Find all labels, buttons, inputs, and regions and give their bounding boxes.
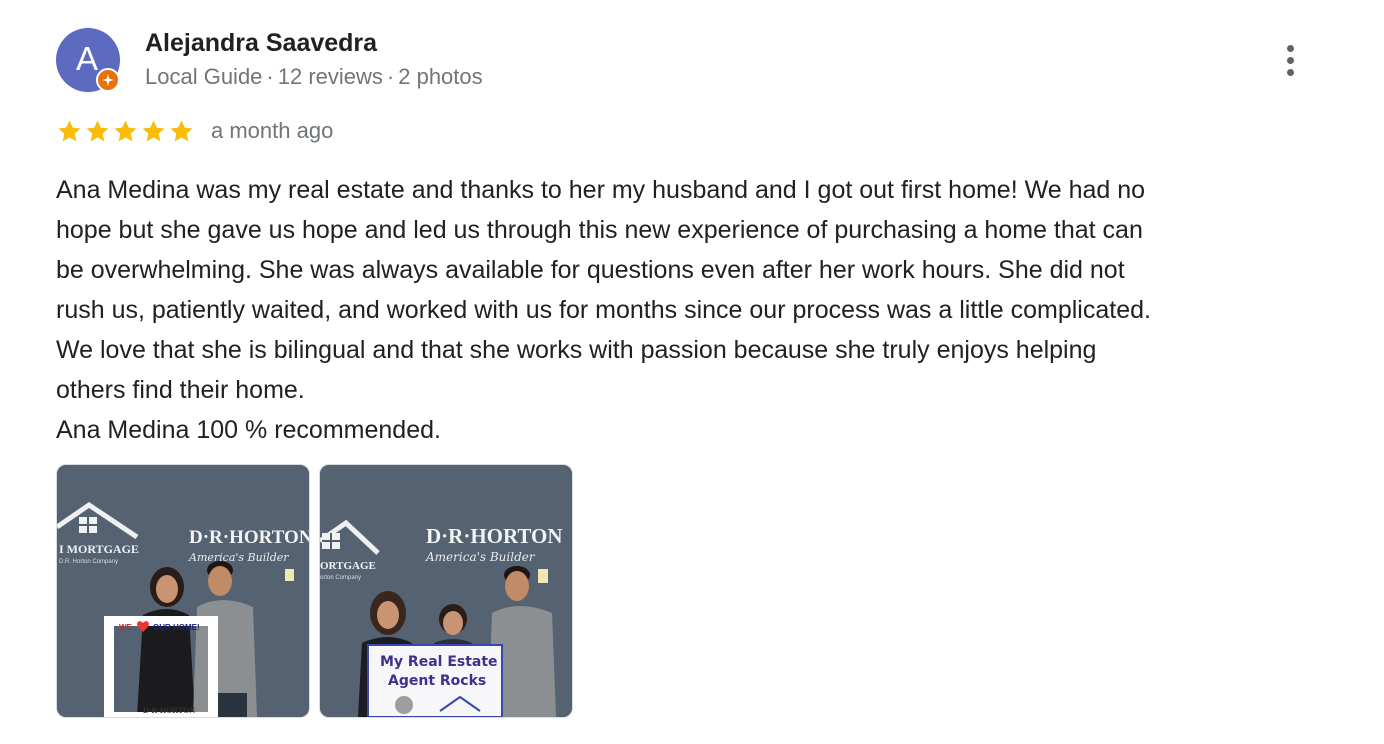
avatar-letter: A <box>75 40 98 77</box>
review-card: A Alejandra Saavedra Local Guide · 12 revi… <box>0 0 1384 744</box>
review-photo[interactable]: ORTGAGE orton Company D·R·HORTON America… <box>319 464 573 718</box>
reviews-count: 12 reviews <box>277 64 383 89</box>
brand-tagline: America's Builder <box>188 551 289 564</box>
sign-line-1: My Real Estate <box>380 654 498 670</box>
review-line: hope but she gave us hope and led us thr… <box>56 216 1143 244</box>
review-line: We love that she is bilingual and that s… <box>56 336 1097 364</box>
review-line: be overwhelming. She was always availabl… <box>56 256 1125 284</box>
brand-tagline: America's Builder <box>425 550 536 564</box>
mortgage-logo-text: ORTGAGE <box>320 560 376 572</box>
star-icon <box>58 119 81 141</box>
review-text: Ana Medina was my real estate and thanks… <box>56 170 1326 450</box>
mortgage-logo-sub: orton Company <box>320 575 361 581</box>
meta-separator: · <box>386 64 395 89</box>
review-line: others find their home. <box>56 376 305 404</box>
review-photos: I MORTGAGE D.R. Horton Company D·R·HORTO… <box>56 464 573 718</box>
star-icon <box>142 119 165 141</box>
frame-footer: D·R·HORTON <box>143 706 195 715</box>
sign-line-2: Agent Rocks <box>388 673 486 689</box>
star-icon <box>170 119 193 141</box>
mortgage-logo-sub: D.R. Horton Company <box>59 559 118 565</box>
review-date: a month ago <box>211 118 334 143</box>
photos-count: 2 photos <box>398 64 483 89</box>
reviewer-meta: Local Guide · 12 reviews · 2 photos <box>145 64 483 90</box>
review-line: Ana Medina 100 % recommended. <box>56 416 441 444</box>
frame-text-we: WE <box>119 623 133 632</box>
brand-logo-text: D·R·HORTON <box>426 524 563 548</box>
rating-row: a month ago <box>56 116 333 146</box>
more-options-button[interactable] <box>1272 38 1308 82</box>
more-vert-dot <box>1286 56 1294 64</box>
brand-logo-text: D·R·HORTON <box>189 527 309 548</box>
local-guide-badge-icon <box>96 68 120 92</box>
frame-text-our-home: OUR HOME! <box>153 623 200 632</box>
more-vert-dot <box>1286 68 1294 76</box>
review-line: rush us, patiently waited, and worked wi… <box>56 296 1151 324</box>
review-photo[interactable]: I MORTGAGE D.R. Horton Company D·R·HORTO… <box>56 464 310 718</box>
star-icon <box>86 119 109 141</box>
star-icon <box>114 119 137 141</box>
meta-separator: · <box>266 64 274 89</box>
star-rating <box>56 118 195 145</box>
reviewer-name[interactable]: Alejandra Saavedra <box>145 29 377 58</box>
more-vert-icon <box>1286 44 1294 52</box>
mortgage-logo-text: I MORTGAGE <box>59 542 139 556</box>
local-guide-label: Local Guide <box>145 64 263 89</box>
review-line: Ana Medina was my real estate and thanks… <box>56 176 1146 204</box>
